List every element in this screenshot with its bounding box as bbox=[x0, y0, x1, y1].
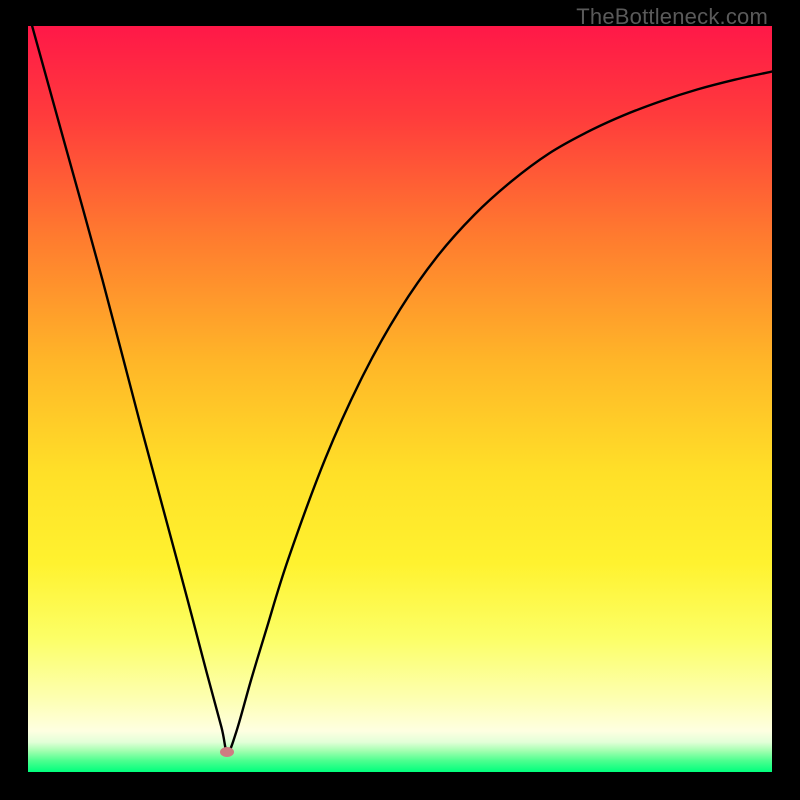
chart-frame bbox=[28, 26, 772, 772]
minimum-marker-dot bbox=[220, 747, 234, 757]
chart-curve bbox=[28, 26, 772, 772]
